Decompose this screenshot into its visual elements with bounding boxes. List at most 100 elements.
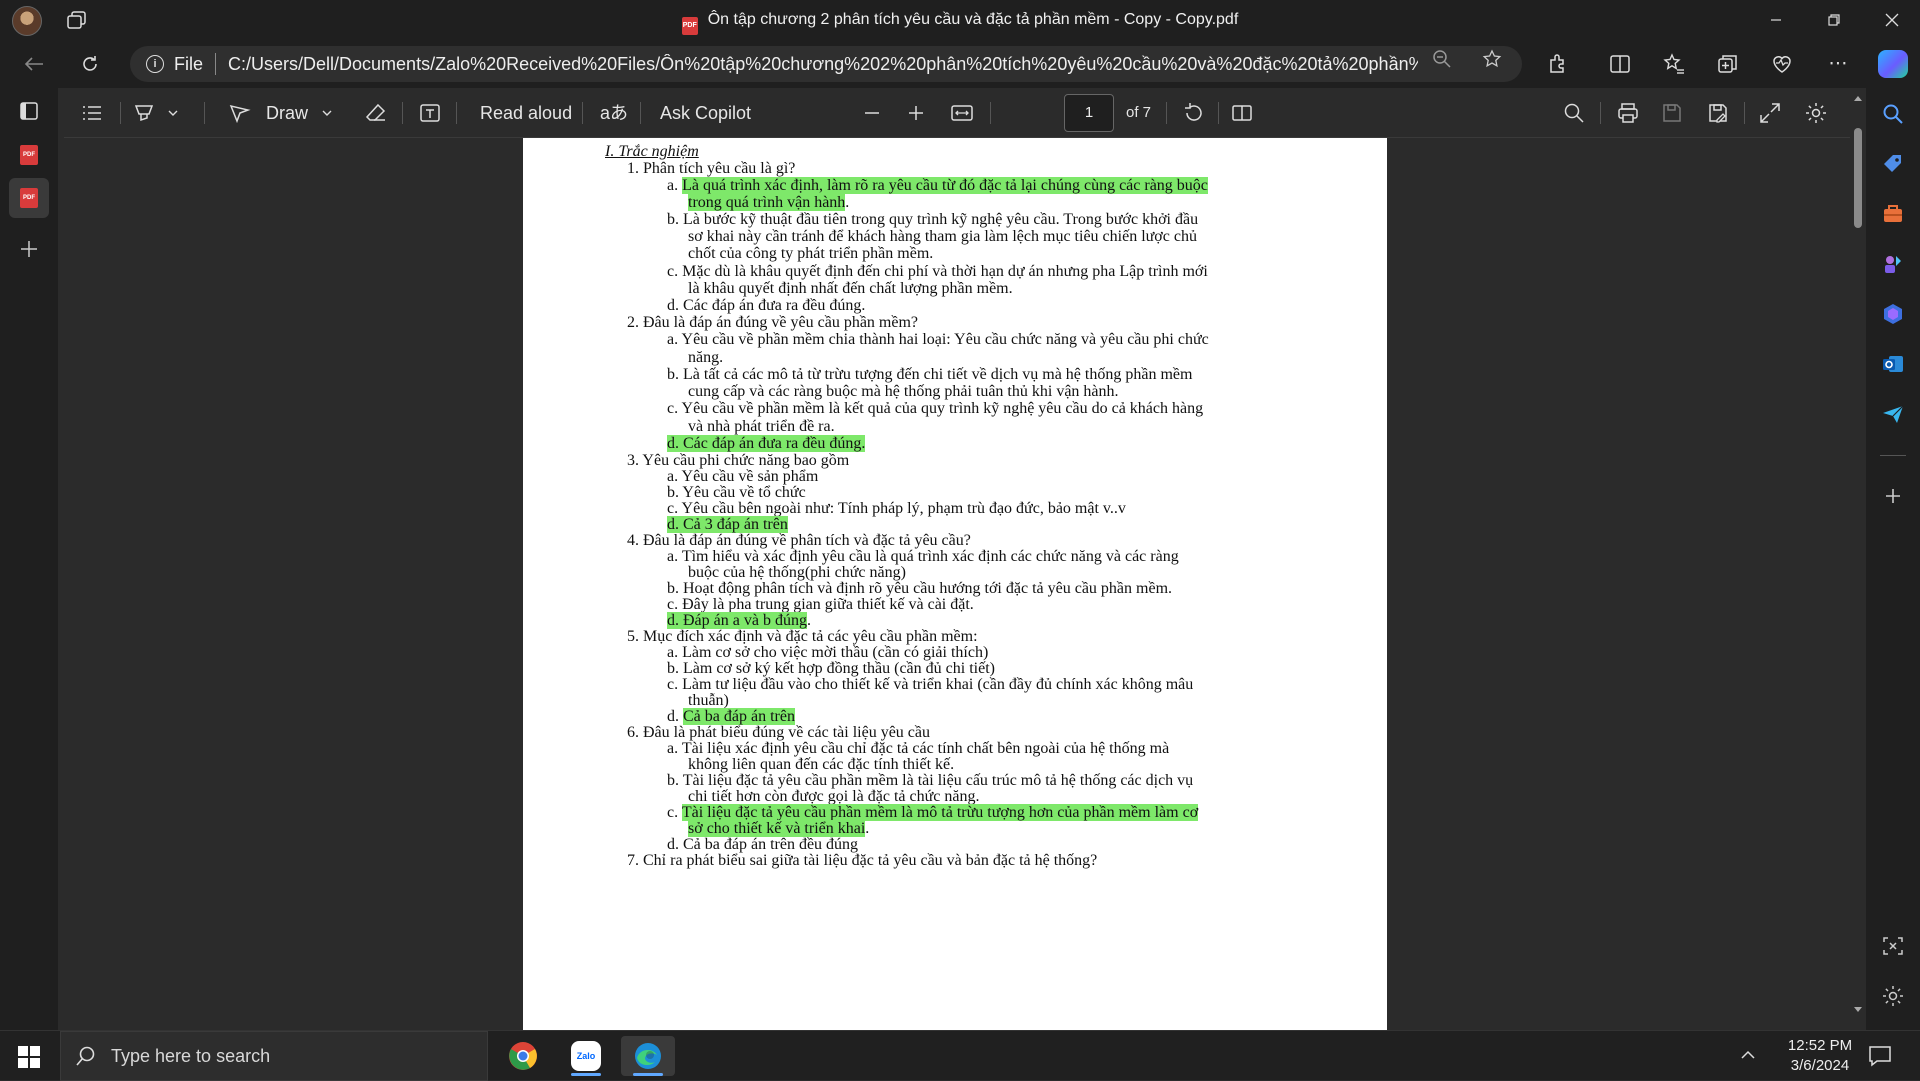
zoom-out-icon[interactable]	[862, 101, 882, 125]
option-marker: a.	[667, 177, 683, 194]
add-text-icon[interactable]	[418, 101, 442, 125]
document-title: Ôn tập chương 2 phân tích yêu cầu và đặc…	[707, 11, 1239, 28]
highlighted-answer-text: d. Các đáp án đưa ra đều đúng.	[667, 435, 866, 452]
line-text: năng.	[688, 349, 724, 366]
search-document-icon[interactable]	[1562, 101, 1586, 125]
sidebar-settings-gear-icon[interactable]	[1881, 984, 1905, 1008]
highlighted-answer-text: Là quá trình xác định, làm rõ ra yêu cầu…	[682, 177, 1208, 194]
start-windows-icon[interactable]	[18, 1046, 40, 1068]
taskbar-search-box[interactable]: Type here to search	[60, 1031, 488, 1081]
highlight-icon[interactable]	[132, 101, 156, 125]
extensions-icon[interactable]	[1546, 52, 1570, 76]
toolbar-separator	[1600, 102, 1601, 124]
games-icon[interactable]	[1881, 252, 1905, 276]
toolbar-separator	[456, 102, 457, 124]
print-icon[interactable]	[1616, 101, 1640, 125]
viewer-scrollbar[interactable]	[1850, 88, 1866, 1030]
collections-icon[interactable]	[1716, 52, 1740, 76]
favorites-icon[interactable]	[1662, 52, 1686, 76]
zoom-icon[interactable]	[1432, 49, 1452, 69]
zoom-in-icon[interactable]	[906, 101, 926, 125]
vertical-tabs-rail: PDF PDF	[0, 88, 58, 1030]
tools-briefcase-icon[interactable]	[1881, 202, 1905, 226]
draw-dropdown-chevron-icon[interactable]	[320, 101, 334, 125]
draw-button[interactable]: Draw	[266, 101, 308, 125]
drop-send-icon[interactable]	[1881, 402, 1905, 426]
toolbar-separator	[1218, 102, 1219, 124]
sidebar-search-icon[interactable]	[1881, 102, 1905, 126]
line-suffix: .	[865, 820, 870, 837]
address-separator	[215, 53, 217, 75]
highlight-dropdown-chevron-icon[interactable]	[166, 101, 180, 125]
show-hidden-icons-chevron-icon[interactable]	[1740, 1049, 1756, 1061]
edge-sidebar	[1866, 88, 1920, 1030]
table-of-contents-icon[interactable]	[80, 101, 104, 125]
eraser-icon[interactable]	[364, 101, 388, 125]
line-text: sơ khai này cần tránh để khách hàng tham…	[688, 228, 1197, 245]
page-view-icon[interactable]	[1230, 101, 1254, 125]
scroll-thumb[interactable]	[1854, 128, 1862, 228]
fullscreen-icon[interactable]	[1758, 101, 1782, 125]
edge-icon	[635, 1043, 661, 1069]
refresh-button[interactable]	[76, 50, 104, 78]
document-line: chốt của công ty phát triển phần mềm.	[688, 244, 933, 264]
minimize-icon	[1771, 19, 1781, 21]
favorite-star-icon[interactable]	[1482, 49, 1502, 69]
clock-time: 12:52 PM	[1787, 1037, 1853, 1054]
minimize-button[interactable]	[1748, 0, 1804, 40]
save-as-icon[interactable]	[1706, 101, 1730, 125]
ask-copilot-button[interactable]: Ask Copilot	[660, 101, 751, 125]
toolbar-separator	[204, 102, 205, 124]
close-icon	[1885, 13, 1899, 27]
tab-pdf-active[interactable]: PDF	[9, 178, 49, 218]
taskbar-zalo-app[interactable]: Zalo	[559, 1036, 613, 1076]
scroll-down-arrow-icon[interactable]	[1853, 1006, 1863, 1014]
tab-pane-toggle-button[interactable]	[14, 96, 44, 126]
page-number-input[interactable]: 1	[1064, 94, 1114, 132]
back-button[interactable]	[20, 50, 48, 78]
copilot-sidebar-icon[interactable]	[1881, 302, 1905, 326]
new-tab-button[interactable]	[14, 234, 44, 264]
taskbar-search-placeholder: Type here to search	[111, 1045, 271, 1066]
line-text: cung cấp và các ràng buộc mà hệ thống ph…	[688, 383, 1119, 400]
option-marker: b.	[667, 211, 683, 228]
notifications-icon[interactable]	[1868, 1045, 1892, 1067]
taskbar-clock[interactable]: 12:52 PM 3/6/2024	[1770, 1036, 1870, 1076]
read-aloud-button[interactable]: Read aloud	[480, 101, 572, 125]
line-text: chốt của công ty phát triển phần mềm.	[688, 245, 934, 262]
add-sidebar-app-icon[interactable]	[1881, 484, 1905, 508]
fit-to-width-icon[interactable]	[950, 101, 974, 125]
tab-pdf-1[interactable]: PDF	[14, 140, 44, 170]
copilot-icon[interactable]	[1878, 50, 1908, 78]
taskbar-edge-app[interactable]	[621, 1036, 675, 1076]
option-marker: c.	[667, 400, 682, 417]
pdf-viewer[interactable]: I. Trắc nghiệm 1. Phân tích yêu cầu là gì…	[64, 138, 1854, 1030]
draw-pen-icon[interactable]	[228, 101, 252, 125]
close-window-button[interactable]	[1864, 0, 1920, 40]
pdf-settings-gear-icon[interactable]	[1804, 101, 1828, 125]
shopping-tag-icon[interactable]	[1881, 152, 1905, 176]
rotate-icon[interactable]	[1182, 101, 1206, 125]
browser-essentials-icon[interactable]	[1770, 52, 1794, 76]
taskbar-chrome-app[interactable]	[496, 1036, 550, 1076]
line-text: Yêu cầu về phần mềm chia thành hai loại:…	[681, 331, 1209, 348]
pdf-page[interactable]: I. Trắc nghiệm 1. Phân tích yêu cầu là gì…	[523, 138, 1387, 1030]
more-options-icon[interactable]: ⋯	[1826, 52, 1850, 76]
restore-button[interactable]	[1806, 0, 1862, 40]
option-marker: b.	[667, 772, 683, 789]
outlook-icon[interactable]	[1881, 352, 1905, 376]
option-marker: a.	[667, 740, 682, 757]
line-text: Làm tư liệu đầu vào cho thiết kế và triể…	[682, 676, 1194, 693]
url-text[interactable]: C:/Users/Dell/Documents/Zalo%20Received%…	[228, 54, 1418, 75]
translate-icon[interactable]: aあ	[600, 101, 628, 125]
save-icon[interactable]	[1660, 101, 1684, 125]
scroll-up-arrow-icon[interactable]	[1853, 94, 1863, 102]
split-screen-icon[interactable]	[1608, 52, 1632, 76]
zalo-icon: Zalo	[571, 1041, 601, 1071]
sidebar-panel-icon	[20, 102, 38, 120]
address-bar[interactable]: i File C:/Users/Dell/Documents/Zalo%20Re…	[130, 46, 1522, 82]
screenshot-capture-icon[interactable]	[1881, 934, 1905, 958]
line-text: Mặc dù là khâu quyết định đến chi phí và…	[682, 263, 1208, 280]
site-info-icon[interactable]: i	[146, 55, 164, 73]
toolbar-separator	[1166, 102, 1167, 124]
